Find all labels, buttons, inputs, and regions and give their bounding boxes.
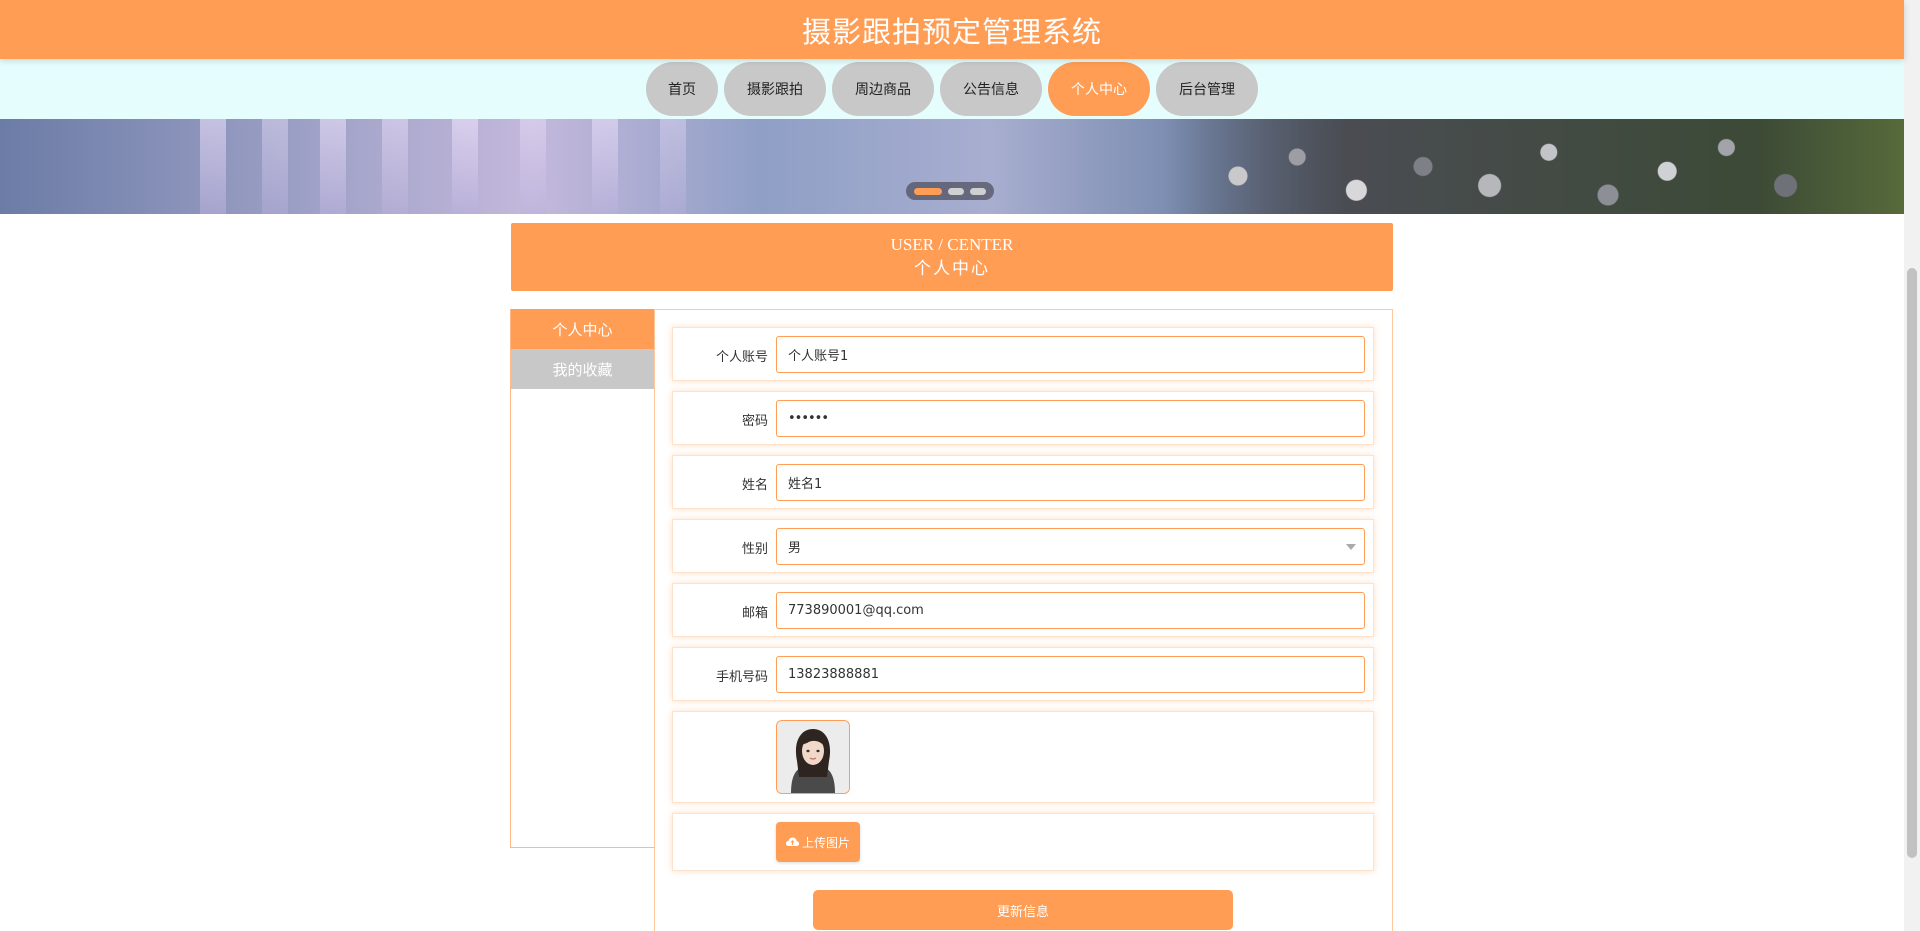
phone-input[interactable]: 13823888881 [776, 656, 1365, 693]
form-row-avatar [672, 711, 1374, 803]
password-input[interactable]: •••••• [776, 400, 1365, 437]
page-scrollbar[interactable] [1904, 0, 1920, 931]
site-title: 摄影跟拍预定管理系统 [801, 14, 1102, 49]
section-title-cn: 个人中心 [914, 259, 990, 278]
nav-item-user-center[interactable]: 个人中心 [1048, 62, 1150, 116]
carousel-indicator [906, 182, 994, 200]
account-input[interactable]: 个人账号1 [776, 336, 1365, 373]
nav-item-home[interactable]: 首页 [646, 62, 718, 116]
upload-button-label: 上传图片 [801, 835, 850, 850]
gender-label: 性别 [741, 542, 768, 557]
carousel-dot-3[interactable] [970, 187, 986, 195]
site-header: 摄影跟拍预定管理系统 [0, 0, 1904, 59]
name-label: 姓名 [741, 478, 768, 493]
nav-item-merchandise[interactable]: 周边商品 [832, 62, 934, 116]
phone-label: 手机号码 [715, 670, 768, 685]
password-label: 密码 [741, 414, 768, 429]
user-sidebar: 个人中心 我的收藏 [510, 309, 655, 848]
section-title-en: USER / CENTER [890, 235, 1014, 254]
form-row-password: 密码 •••••• [672, 391, 1374, 445]
gender-select[interactable]: 男 [776, 528, 1365, 565]
form-row-account: 个人账号 个人账号1 [672, 327, 1374, 381]
carousel-dot-1[interactable] [914, 187, 942, 195]
email-label: 邮箱 [741, 606, 768, 621]
nav-item-photography[interactable]: 摄影跟拍 [724, 62, 826, 116]
nav-item-announcements[interactable]: 公告信息 [940, 62, 1042, 116]
section-heading: USER / CENTER 个人中心 [511, 223, 1393, 291]
profile-form: 个人账号 个人账号1 密码 •••••• 姓名 姓名1 性别 男 邮箱 7738… [654, 309, 1393, 931]
form-row-phone: 手机号码 13823888881 [672, 647, 1374, 701]
cloud-upload-icon [785, 837, 799, 846]
nav-item-admin[interactable]: 后台管理 [1156, 62, 1258, 116]
email-input[interactable]: 773890001@qq.com [776, 592, 1365, 629]
chevron-down-icon [1346, 544, 1356, 550]
form-row-email: 邮箱 773890001@qq.com [672, 583, 1374, 637]
carousel-dot-2[interactable] [948, 187, 964, 195]
gender-select-value: 男 [788, 541, 802, 556]
update-info-button[interactable]: 更新信息 [813, 890, 1233, 930]
sidebar-item-favorites[interactable]: 我的收藏 [511, 349, 654, 389]
form-row-upload: 上传图片 [672, 813, 1374, 871]
name-input[interactable]: 姓名1 [776, 464, 1365, 501]
scrollbar-thumb[interactable] [1907, 268, 1917, 858]
sidebar-item-user-center[interactable]: 个人中心 [511, 309, 654, 349]
form-row-name: 姓名 姓名1 [672, 455, 1374, 509]
account-label: 个人账号 [715, 350, 768, 365]
form-row-gender: 性别 男 [672, 519, 1374, 573]
avatar-image [776, 720, 850, 794]
banner-image [1164, 119, 1904, 214]
main-nav: 首页 摄影跟拍 周边商品 公告信息 个人中心 后台管理 [0, 59, 1904, 119]
upload-image-button[interactable]: 上传图片 [776, 822, 860, 862]
